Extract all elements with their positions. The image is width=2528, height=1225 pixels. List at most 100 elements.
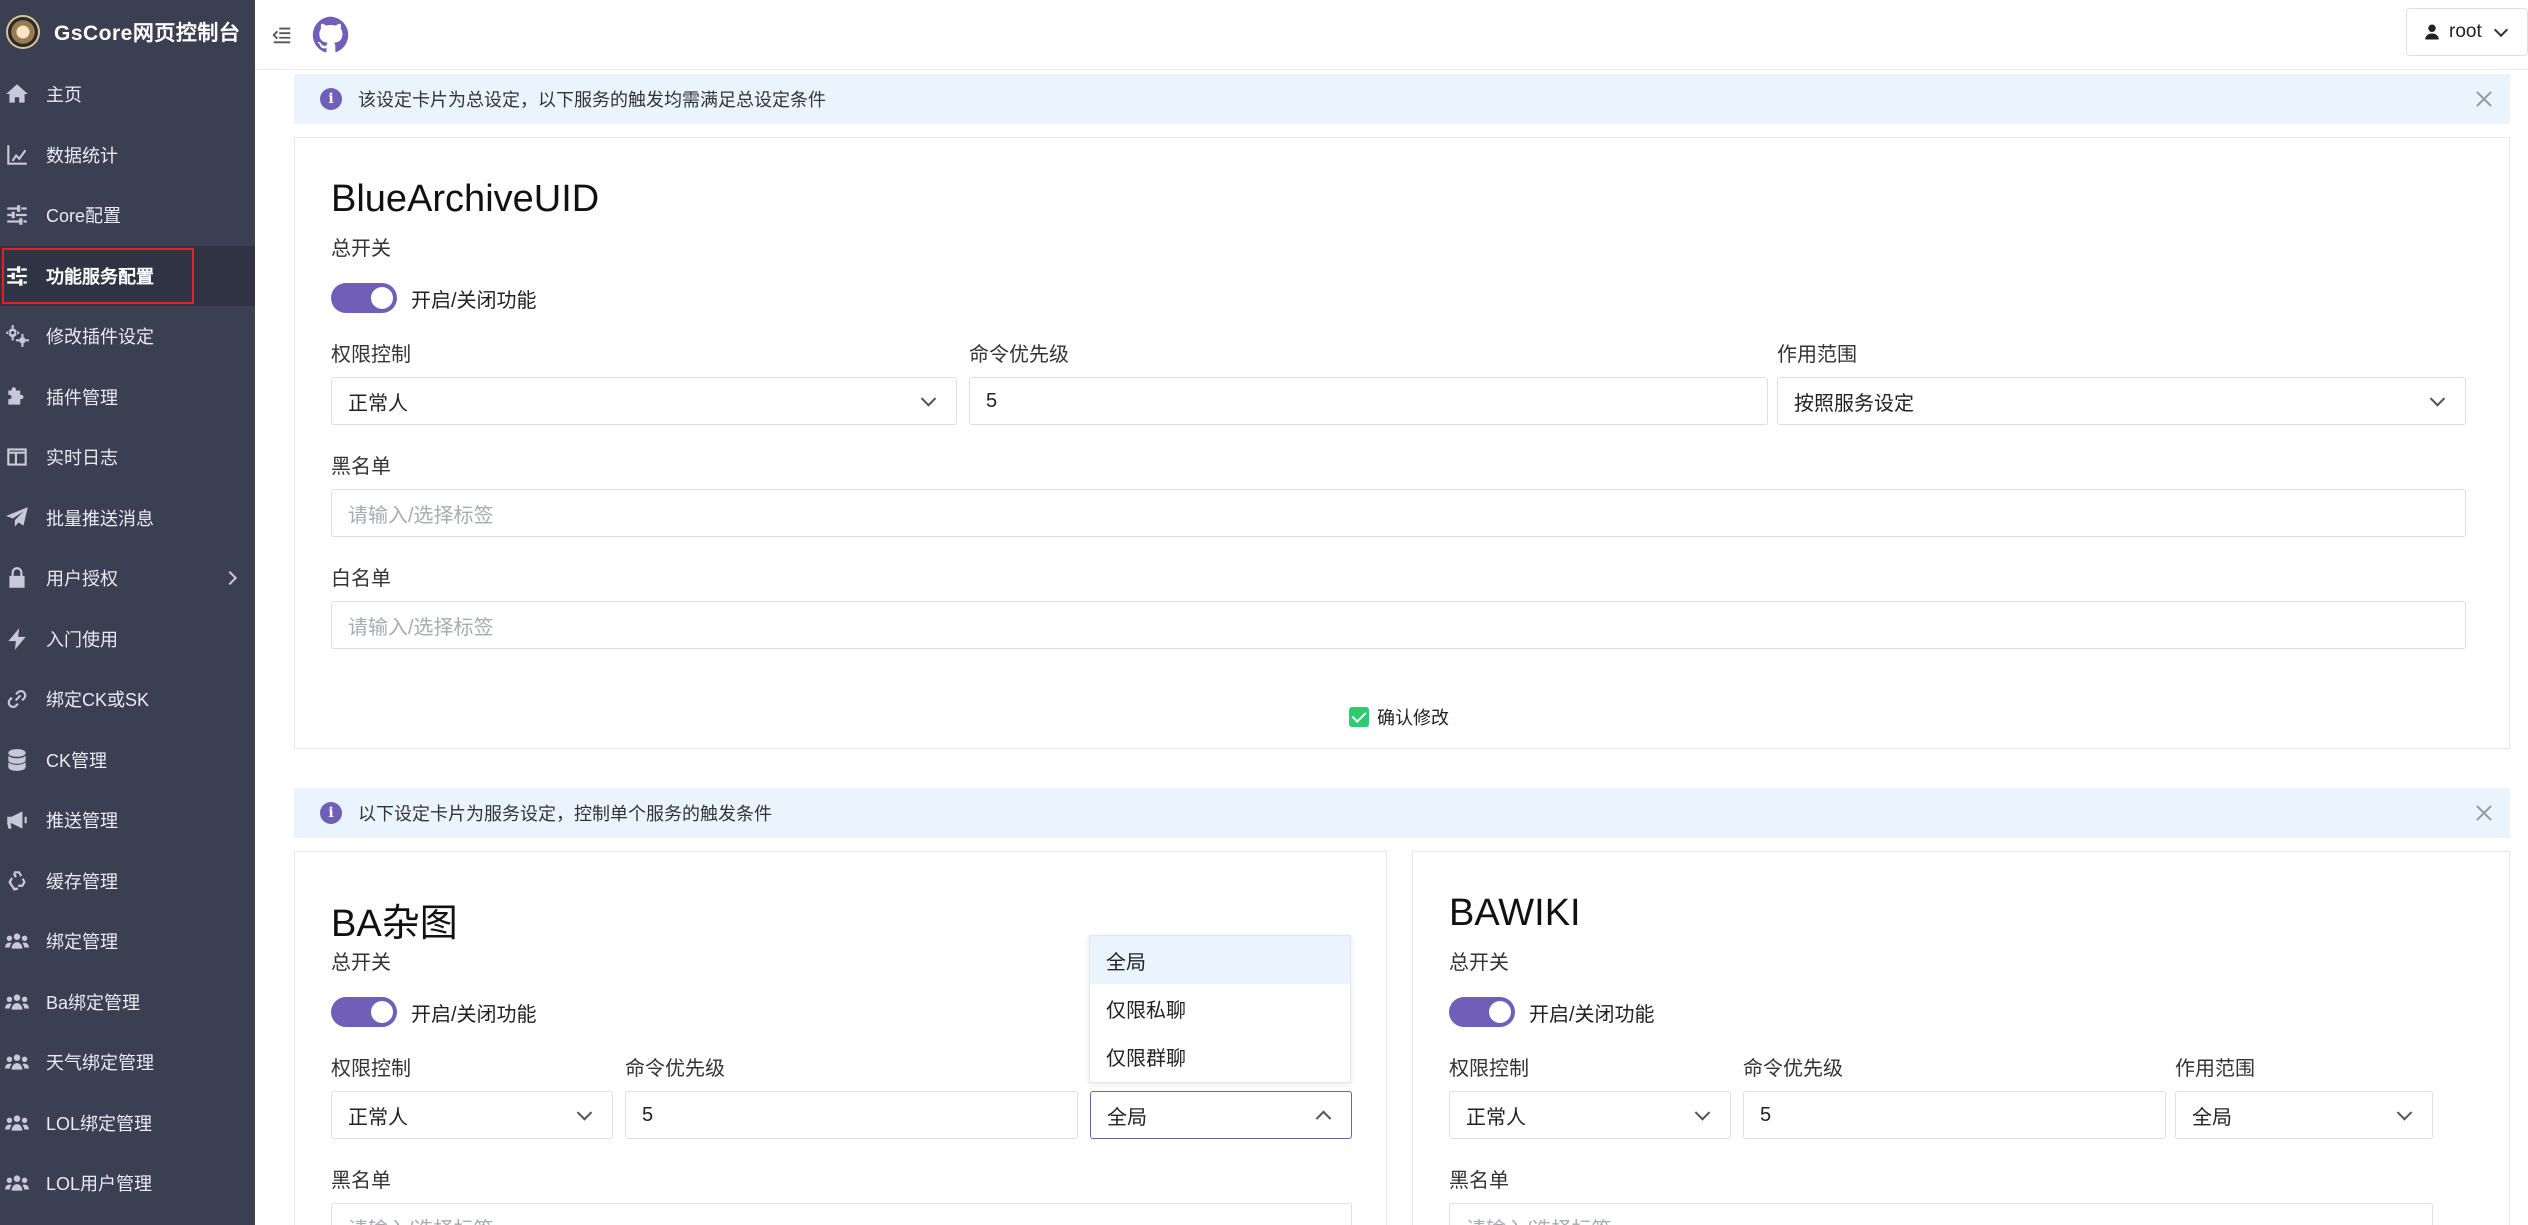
- scope-select[interactable]: 全局: [1090, 1091, 1352, 1139]
- sidebar-item-bulk-push[interactable]: 批量推送消息: [0, 488, 255, 549]
- chevron-down-icon: [1694, 1105, 1711, 1121]
- sidebar-item-home[interactable]: 主页: [0, 64, 255, 125]
- sidebar-item-label: 天气绑定管理: [46, 1053, 154, 1074]
- sidebar-item-lol-bind-management[interactable]: LOL绑定管理: [0, 1093, 255, 1154]
- toggle-label: 开启/关闭功能: [1529, 1003, 1655, 1026]
- confirm-button[interactable]: 确认修改: [1349, 704, 1449, 730]
- sidebar-item-realtime-log[interactable]: 实时日志: [0, 427, 255, 488]
- sidebar-item-ba-bind-management[interactable]: Ba绑定管理: [0, 972, 255, 1033]
- blacklist-placeholder: 请输入/选择标签: [348, 504, 494, 527]
- card-title: BA杂图: [331, 903, 458, 945]
- scope-value: 全局: [2192, 1106, 2232, 1129]
- scope-option-private-only[interactable]: 仅限私聊: [1090, 984, 1350, 1032]
- bolt-icon: [2, 624, 32, 654]
- users-icon: [2, 926, 32, 956]
- close-icon[interactable]: [2474, 89, 2494, 109]
- master-switch-label: 总开关: [331, 952, 391, 974]
- sidebar-item-push-management[interactable]: 推送管理: [0, 790, 255, 851]
- alert-text: 该设定卡片为总设定，以下服务的触发均需满足总设定条件: [358, 90, 826, 110]
- users-icon: [2, 987, 32, 1017]
- scope-option-group-only[interactable]: 仅限群聊: [1090, 1032, 1350, 1080]
- permission-select[interactable]: 正常人: [1449, 1091, 1731, 1139]
- permission-label: 权限控制: [331, 344, 411, 366]
- paper-plane-icon: [2, 503, 32, 533]
- permission-select[interactable]: 正常人: [331, 1091, 613, 1139]
- blacklist-input[interactable]: 请输入/选择标签: [1449, 1203, 2433, 1225]
- sidebar-item-statistics[interactable]: 数据统计: [0, 125, 255, 186]
- puzzle-icon: [2, 382, 32, 412]
- top-header: root: [255, 0, 2528, 70]
- brand[interactable]: GsCore网页控制台: [0, 0, 255, 64]
- permission-value: 正常人: [348, 1106, 408, 1129]
- toggle-label: 开启/关闭功能: [411, 289, 537, 312]
- close-icon[interactable]: [2474, 803, 2494, 823]
- global-settings-alert: i 该设定卡片为总设定，以下服务的触发均需满足总设定条件: [294, 74, 2510, 124]
- megaphone-icon: [2, 805, 32, 835]
- table-icon: [2, 442, 32, 472]
- gears-icon: [2, 321, 32, 351]
- sidebar-item-label: Core配置: [46, 206, 122, 227]
- sidebar-item-cache-management[interactable]: 缓存管理: [0, 851, 255, 912]
- chevron-down-icon: [2429, 391, 2446, 407]
- sidebar-item-label: 数据统计: [46, 145, 118, 166]
- sidebar-item-label: CK管理: [46, 750, 108, 771]
- user-name: root: [2449, 21, 2482, 42]
- sidebar-item-bind-ck-sk[interactable]: 绑定CK或SK: [0, 669, 255, 730]
- sidebar-item-ck-management[interactable]: CK管理: [0, 730, 255, 791]
- service-settings-alert: i 以下设定卡片为服务设定，控制单个服务的触发条件: [294, 788, 2510, 838]
- permission-select[interactable]: 正常人: [331, 377, 957, 425]
- permission-value: 正常人: [348, 392, 408, 415]
- chevron-down-icon: [2493, 22, 2508, 37]
- priority-label: 命令优先级: [1743, 1058, 1843, 1080]
- sidebar-item-service-config[interactable]: 功能服务配置: [0, 245, 255, 306]
- sidebar-item-label: 主页: [46, 85, 82, 106]
- sidebar-item-label: LOL绑定管理: [46, 1113, 153, 1134]
- feature-toggle-switch[interactable]: [331, 997, 397, 1027]
- priority-value: 5: [1760, 1103, 1772, 1126]
- feature-toggle-row: 开启/关闭功能: [1449, 997, 1655, 1027]
- sidebar-item-plugin-settings[interactable]: 修改插件设定: [0, 306, 255, 367]
- priority-input[interactable]: 5: [1743, 1091, 2166, 1139]
- scope-select[interactable]: 按照服务设定: [1777, 377, 2466, 425]
- scope-label: 作用范围: [2175, 1058, 2255, 1080]
- home-icon: [2, 79, 32, 109]
- check-icon: [1349, 707, 1369, 727]
- permission-label: 权限控制: [331, 1058, 411, 1080]
- sidebar-item-core-config[interactable]: Core配置: [0, 185, 255, 246]
- link-icon: [2, 684, 32, 714]
- scope-option-global[interactable]: 全局: [1090, 936, 1350, 984]
- blacklist-placeholder: 请输入/选择标签: [348, 1213, 494, 1225]
- priority-label: 命令优先级: [625, 1058, 725, 1080]
- scope-dropdown-menu: 全局 仅限私聊 仅限群聊: [1089, 935, 1351, 1083]
- sidebar-item-label: 修改插件设定: [46, 327, 154, 348]
- card-title: BlueArchiveUID: [331, 178, 600, 220]
- collapse-menu-icon[interactable]: [269, 22, 295, 48]
- service-card-bawiki: BAWIKI 总开关 开启/关闭功能 权限控制 命令优先级 作用范围 正常人 5…: [1412, 851, 2510, 1225]
- sidebar-item-label: 功能服务配置: [46, 266, 154, 287]
- feature-toggle-switch[interactable]: [1449, 997, 1515, 1027]
- info-icon: i: [320, 88, 342, 110]
- priority-input[interactable]: 5: [969, 377, 1768, 425]
- sidebar-item-getting-started[interactable]: 入门使用: [0, 609, 255, 670]
- users-icon: [2, 1108, 32, 1138]
- recycle-icon: [2, 866, 32, 896]
- sliders-icon: [2, 200, 32, 230]
- github-icon[interactable]: [311, 15, 351, 55]
- sidebar-item-plugin-management[interactable]: 插件管理: [0, 367, 255, 428]
- scope-select[interactable]: 全局: [2175, 1091, 2433, 1139]
- blacklist-input[interactable]: 请输入/选择标签: [331, 1203, 1352, 1225]
- blacklist-input[interactable]: 请输入/选择标签: [331, 489, 2466, 537]
- sidebar-item-bind-management[interactable]: 绑定管理: [0, 911, 255, 972]
- feature-toggle-switch[interactable]: [331, 283, 397, 313]
- whitelist-input[interactable]: 请输入/选择标签: [331, 601, 2466, 649]
- sidebar-item-user-auth[interactable]: 用户授权: [0, 548, 255, 609]
- user-menu-button[interactable]: root: [2406, 8, 2528, 56]
- priority-value: 5: [986, 389, 998, 412]
- chevron-up-icon: [1315, 1110, 1332, 1127]
- chevron-down-icon: [2396, 1105, 2413, 1121]
- alert-text: 以下设定卡片为服务设定，控制单个服务的触发条件: [358, 804, 772, 824]
- sidebar-item-lol-user-management[interactable]: LOL用户管理: [0, 1153, 255, 1214]
- master-switch-label: 总开关: [1449, 952, 1509, 974]
- sidebar-item-weather-bind-management[interactable]: 天气绑定管理: [0, 1032, 255, 1093]
- priority-input[interactable]: 5: [625, 1091, 1078, 1139]
